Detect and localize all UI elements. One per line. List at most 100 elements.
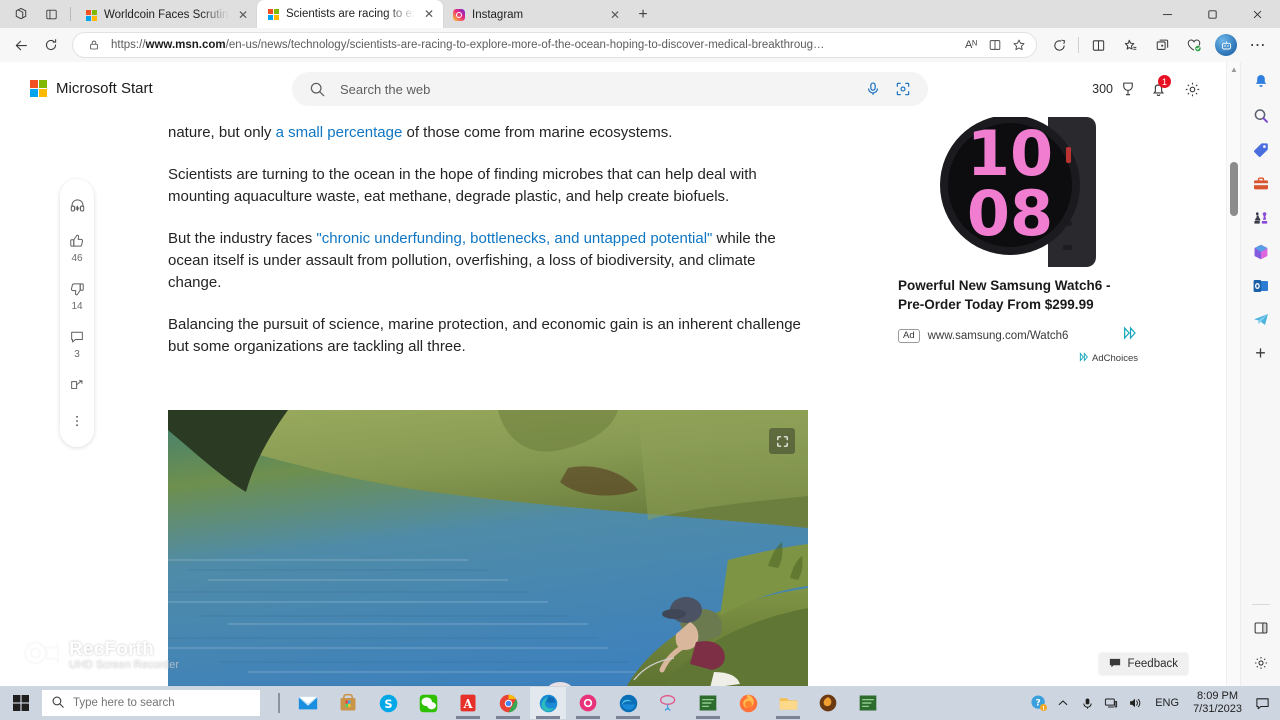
ad-title[interactable]: Powerful New Samsung Watch6 - Pre-Order … bbox=[898, 276, 1138, 314]
thumbs-down-icon bbox=[66, 278, 88, 300]
ad-url[interactable]: www.samsung.com/Watch6 bbox=[928, 330, 1114, 342]
share-button[interactable] bbox=[66, 374, 88, 396]
scrollbar-thumb[interactable] bbox=[1230, 162, 1238, 216]
tab-worldcoin[interactable]: Worldcoin Faces Scrutiny Over B ✕ bbox=[75, 2, 257, 28]
settings-gear-icon[interactable] bbox=[1178, 75, 1206, 103]
windows-start-icon[interactable] bbox=[0, 686, 42, 720]
expand-image-icon[interactable] bbox=[769, 428, 795, 454]
sidebar-add-icon[interactable]: + bbox=[1245, 337, 1277, 370]
watermark-text: RecForth UHD Screen Recorder bbox=[69, 639, 179, 671]
article-paragraph: nature, but only a small percentage of t… bbox=[168, 122, 808, 144]
read-aloud-icon[interactable]: Aᴺ bbox=[960, 34, 982, 56]
microphone-tray-icon[interactable] bbox=[1075, 686, 1099, 720]
search-icon bbox=[302, 74, 332, 104]
notepadpp-app-icon[interactable] bbox=[690, 687, 726, 719]
feedback-button[interactable]: Feedback bbox=[1099, 653, 1188, 675]
skype-app-icon[interactable]: S bbox=[370, 687, 406, 719]
screen-recorder-app-icon[interactable] bbox=[570, 687, 606, 719]
article-body: nature, but only a small percentage of t… bbox=[168, 122, 808, 378]
address-bar[interactable]: https://www.msn.com/en-us/news/technolog… bbox=[72, 32, 1037, 58]
edge-beta-app-icon[interactable] bbox=[610, 687, 646, 719]
sidebar-settings-icon[interactable] bbox=[1245, 646, 1277, 679]
page-viewport: Microsoft Start Search the web 300 1 nat… bbox=[0, 62, 1280, 686]
notifications-button[interactable]: 1 bbox=[1144, 75, 1172, 103]
microphone-icon[interactable] bbox=[858, 74, 888, 104]
minimize-button[interactable] bbox=[1145, 0, 1190, 28]
back-button[interactable] bbox=[6, 31, 36, 59]
scrollbar-up-arrow[interactable]: ▲ bbox=[1230, 65, 1238, 74]
rewards-button[interactable]: 300 bbox=[1092, 75, 1138, 103]
thumbs-up-button[interactable]: 46 bbox=[66, 230, 88, 264]
firefox-app-icon[interactable] bbox=[730, 687, 766, 719]
msn-brand-label: Microsoft Start bbox=[56, 79, 153, 97]
ad-panel[interactable]: 10 08 Powerful New Samsung Watch6 - Pre-… bbox=[898, 117, 1138, 365]
close-button[interactable] bbox=[1235, 0, 1280, 28]
split-screen-icon[interactable] bbox=[1082, 31, 1114, 59]
article-paragraph: Scientists are turning to the ocean in t… bbox=[168, 164, 808, 208]
article-hero-image[interactable] bbox=[168, 410, 808, 686]
sidebar-notifications-icon[interactable] bbox=[1245, 65, 1277, 98]
tab-instagram[interactable]: Instagram ✕ bbox=[443, 2, 629, 28]
browser-essentials-icon[interactable] bbox=[1043, 31, 1075, 59]
adobe-acrobat-app-icon[interactable]: A bbox=[450, 687, 486, 719]
adchoices[interactable]: AdChoices bbox=[898, 352, 1138, 365]
wechat-app-icon[interactable] bbox=[410, 687, 446, 719]
file-explorer-app-icon[interactable] bbox=[770, 687, 806, 719]
sidebar-games-icon[interactable] bbox=[1245, 201, 1277, 234]
settings-and-more-icon[interactable]: ⋯ bbox=[1242, 31, 1274, 59]
browser-essentials-health-icon[interactable] bbox=[1178, 31, 1210, 59]
network-tray-icon[interactable] bbox=[1099, 686, 1123, 720]
new-tab-button[interactable]: + bbox=[629, 2, 657, 28]
amber-app-icon[interactable] bbox=[810, 687, 846, 719]
tab-actions-menu-icon[interactable] bbox=[8, 3, 34, 25]
sidebar-telegram-icon[interactable] bbox=[1245, 303, 1277, 336]
sidebar-pane-toggle-icon[interactable] bbox=[1245, 611, 1277, 644]
sidebar-outlook-icon[interactable] bbox=[1245, 269, 1277, 302]
google-chrome-app-icon[interactable] bbox=[490, 687, 526, 719]
msn-brand[interactable]: Microsoft Start bbox=[30, 79, 153, 97]
listen-button[interactable] bbox=[66, 194, 88, 216]
maximize-button[interactable] bbox=[1190, 0, 1235, 28]
close-icon[interactable]: ✕ bbox=[607, 7, 623, 23]
search-box[interactable] bbox=[292, 72, 928, 106]
windows-taskbar: S A bbox=[0, 686, 1280, 720]
ad-play-icon[interactable] bbox=[1122, 325, 1138, 346]
help-status-icon[interactable]: ?! bbox=[1027, 686, 1051, 720]
thumbs-down-button[interactable]: 14 bbox=[66, 278, 88, 312]
show-hidden-icons-chevron[interactable] bbox=[1051, 686, 1075, 720]
collections-icon[interactable] bbox=[1146, 31, 1178, 59]
inline-link[interactable]: a small percentage bbox=[276, 124, 403, 141]
tab-scientists-ocean[interactable]: Scientists are racing to explore m ✕ bbox=[257, 0, 443, 28]
sidebar-tools-icon[interactable] bbox=[1245, 167, 1277, 200]
page-scrollbar[interactable]: ▲ bbox=[1226, 62, 1240, 686]
language-indicator[interactable]: ENG bbox=[1147, 697, 1187, 709]
favorite-star-icon[interactable] bbox=[1008, 34, 1030, 56]
visual-search-icon[interactable] bbox=[888, 74, 918, 104]
volume-tray-icon[interactable] bbox=[1123, 686, 1147, 720]
notepadpp2-app-icon[interactable] bbox=[850, 687, 886, 719]
paint-app-icon[interactable] bbox=[650, 687, 686, 719]
close-icon[interactable]: ✕ bbox=[421, 6, 437, 22]
microsoft-edge-app-icon[interactable] bbox=[530, 687, 566, 719]
tab-strip: Worldcoin Faces Scrutiny Over B ✕ Scient… bbox=[0, 0, 1280, 28]
taskbar-search-box[interactable] bbox=[42, 690, 260, 716]
inline-link[interactable]: "chronic underfunding, bottlenecks, and … bbox=[316, 230, 712, 247]
copilot-avatar-icon[interactable] bbox=[1210, 31, 1242, 59]
close-icon[interactable]: ✕ bbox=[235, 7, 251, 23]
tab-search-icon[interactable] bbox=[38, 3, 64, 25]
microsoft-store-app-icon[interactable] bbox=[330, 687, 366, 719]
comments-button[interactable]: 3 bbox=[66, 326, 88, 360]
more-options-button[interactable] bbox=[66, 410, 88, 432]
taskbar-search-input[interactable] bbox=[73, 697, 251, 709]
sidebar-office-icon[interactable] bbox=[1245, 235, 1277, 268]
favorites-icon[interactable] bbox=[1114, 31, 1146, 59]
action-center-icon[interactable] bbox=[1248, 686, 1276, 720]
ad-image[interactable]: 10 08 bbox=[898, 117, 1138, 267]
search-input[interactable] bbox=[340, 81, 858, 97]
mail-app-icon[interactable] bbox=[290, 687, 326, 719]
refresh-button[interactable] bbox=[36, 31, 66, 59]
immersive-reader-icon[interactable] bbox=[984, 34, 1006, 56]
clock[interactable]: 8:09 PM 7/31/2023 bbox=[1187, 690, 1248, 716]
sidebar-shopping-icon[interactable] bbox=[1245, 133, 1277, 166]
sidebar-search-icon[interactable] bbox=[1245, 99, 1277, 132]
